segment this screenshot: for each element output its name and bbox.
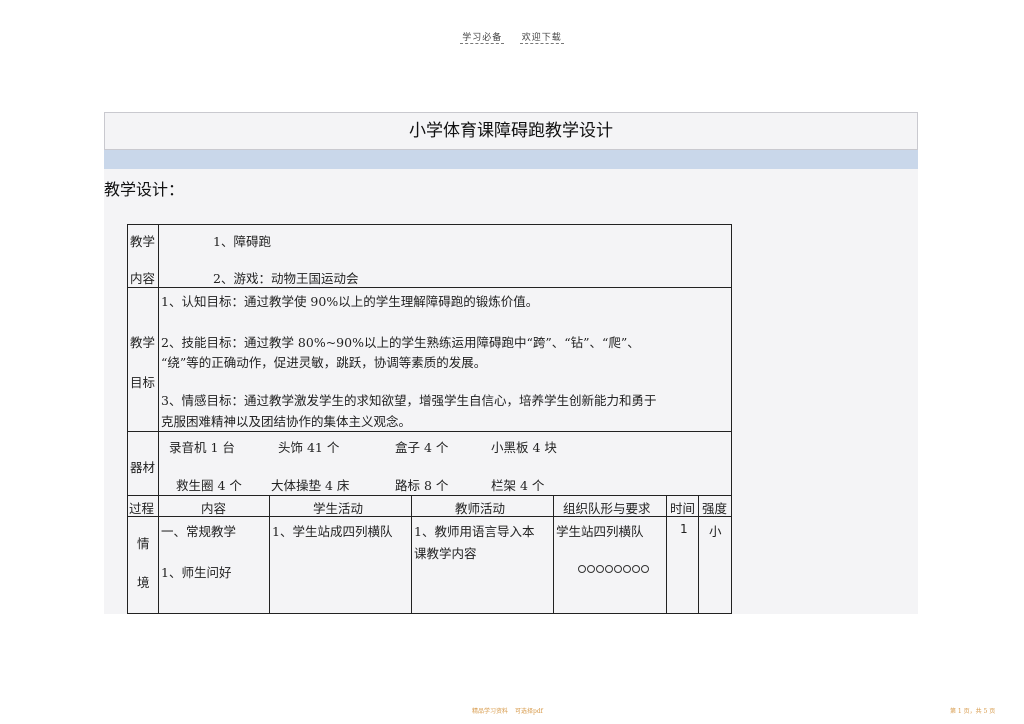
student-face-icon <box>641 565 649 573</box>
process-char-2: 境 <box>137 575 150 590</box>
student-face-icon <box>587 565 595 573</box>
goal-affective-line-2: 克服困难精神以及团结协作的集体主义观念。 <box>161 414 412 429</box>
equipment-item: 大体操垫 4 床 <box>271 478 350 493</box>
formation-diagram <box>578 558 650 577</box>
header-right-text: 欢迎下载 <box>519 33 564 44</box>
goal-affective-line-1: 3、情感目标：通过教学激发学生的求知欲望，增强学生自信心，培养学生创新能力和勇于 <box>161 393 657 408</box>
teacher-activity-line-2: 课教学内容 <box>414 546 477 561</box>
header-intensity: 强度 <box>702 501 728 516</box>
goal-skill-line-1: 2、技能目标：通过教学 80%~90%以上的学生熟练运用障碍跑中“跨”、“钻”、… <box>161 335 640 350</box>
title-band <box>104 150 918 169</box>
content-label-2: 内容 <box>130 271 156 286</box>
header-time: 时间 <box>670 501 696 516</box>
content-line-2: 2、游戏：动物王国运动会 <box>213 271 359 286</box>
document-title: 小学体育课障碍跑教学设计 <box>104 112 918 150</box>
goals-label-1: 教学 <box>130 335 156 350</box>
equipment-item: 路标 8 个 <box>395 478 449 493</box>
equipment-item: 录音机 1 台 <box>169 440 235 455</box>
equipment-item: 栏架 4 个 <box>491 478 545 493</box>
section-label: 教学设计： <box>104 180 185 199</box>
footer-page-number: 第 1 页，共 5 页 <box>950 708 996 715</box>
student-face-icon <box>596 565 604 573</box>
process-char-1: 情 <box>137 536 150 551</box>
content-cell-line-1: 一、常规教学 <box>161 524 237 539</box>
equipment-label: 器材 <box>130 460 156 475</box>
teacher-activity-line-1: 1、教师用语言导入本 <box>414 524 535 539</box>
equipment-item: 头饰 41 个 <box>278 440 340 455</box>
student-face-icon <box>605 565 613 573</box>
goal-skill-line-2: “绕”等的正确动作，促进灵敏，跳跃，协调等素质的发展。 <box>161 355 487 370</box>
student-face-icon <box>578 565 586 573</box>
footer-left-text: 精品学习资料 <box>472 708 509 715</box>
student-activity-cell: 1、学生站成四列横队 <box>272 524 393 539</box>
content-cell-line-2: 1、师生问好 <box>161 565 232 580</box>
header-formation: 组织队形与要求 <box>563 501 651 516</box>
content-label-1: 教学 <box>130 234 156 249</box>
equipment-item: 盒子 4 个 <box>395 440 449 455</box>
intensity-cell: 小 <box>709 524 722 539</box>
header-student-activity: 学生活动 <box>313 501 364 516</box>
footer-middle-text: 可选择pdf <box>515 708 543 715</box>
formation-cell: 学生站四列横队 <box>556 524 644 539</box>
student-face-icon <box>623 565 631 573</box>
goal-cognitive: 1、认知目标：通过教学使 90%以上的学生理解障碍跑的锻炼价值。 <box>161 294 539 309</box>
equipment-item: 小黑板 4 块 <box>491 440 557 455</box>
student-face-icon <box>614 565 622 573</box>
page-header-note: 学习必备 欢迎下载 <box>0 30 1024 44</box>
equipment-item: 救生圈 4 个 <box>176 478 242 493</box>
content-line-1: 1、障碍跑 <box>213 234 271 249</box>
header-teacher-activity: 教师活动 <box>455 501 506 516</box>
goals-label-2: 目标 <box>130 375 156 390</box>
header-left-text: 学习必备 <box>460 33 505 44</box>
student-face-icon <box>632 565 640 573</box>
time-cell: 1 <box>680 522 688 536</box>
header-process: 过程 <box>129 501 155 516</box>
header-content: 内容 <box>201 501 227 516</box>
